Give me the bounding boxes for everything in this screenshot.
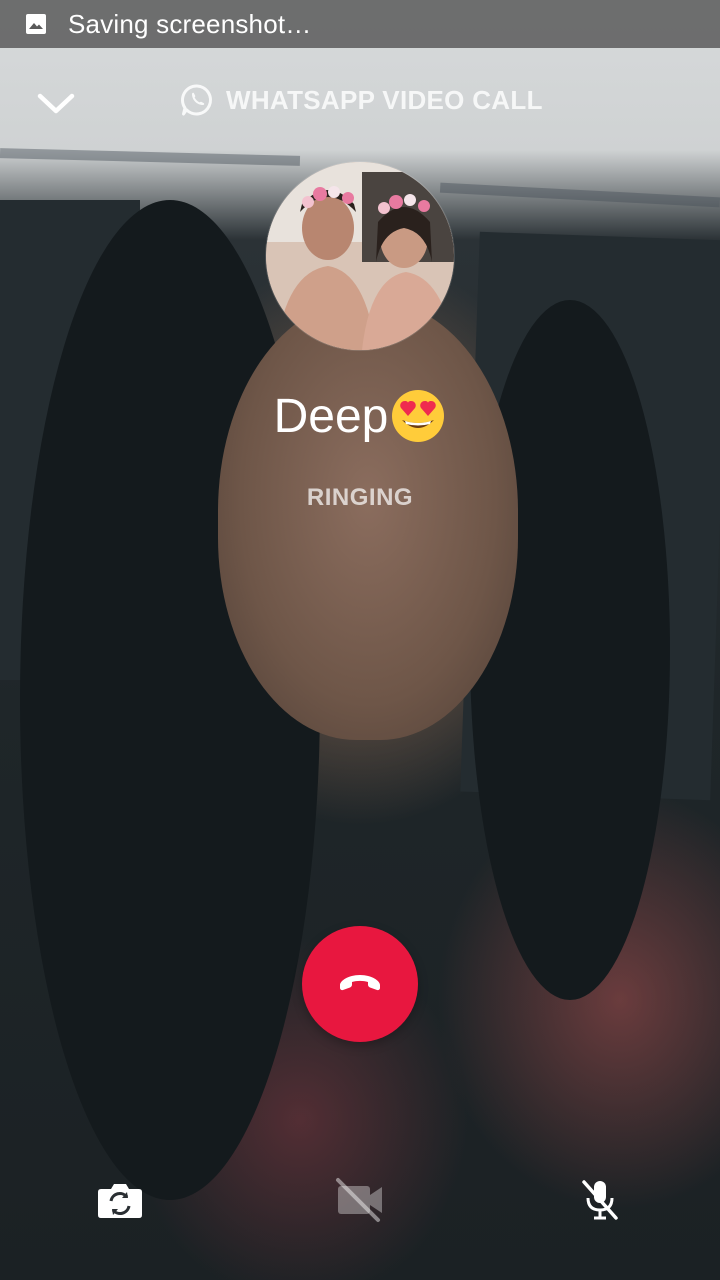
mic-off-icon xyxy=(580,1178,620,1227)
video-off-icon xyxy=(332,1177,388,1228)
wall-line xyxy=(439,182,720,208)
video-toggle-button[interactable] xyxy=(328,1170,392,1234)
call-status: RINGING xyxy=(306,484,414,511)
heart-eyes-emoji xyxy=(390,388,446,444)
avatar xyxy=(266,162,454,350)
status-notification-text: Saving screenshot… xyxy=(68,8,312,39)
call-type-header: WHATSAPP VIDEO CALL xyxy=(180,82,543,118)
status-bar: Saving screenshot… xyxy=(0,0,720,48)
contact-name: Deep xyxy=(0,388,720,444)
wall-line xyxy=(0,148,301,166)
collapse-button[interactable] xyxy=(32,82,80,130)
end-call-button[interactable] xyxy=(302,926,418,1042)
video-call-screen: Saving screenshot… WHATSAPP VIDEO CALL D… xyxy=(0,0,720,1280)
phone-hangup-icon xyxy=(338,972,382,997)
mute-button[interactable] xyxy=(568,1170,632,1234)
contact-name-text: Deep xyxy=(273,389,389,443)
face-shape xyxy=(218,300,518,740)
chevron-down-icon xyxy=(36,91,76,122)
switch-camera-button[interactable] xyxy=(88,1170,152,1234)
whatsapp-icon xyxy=(180,83,214,117)
call-type-label: WHATSAPP VIDEO CALL xyxy=(226,84,543,115)
image-icon xyxy=(26,14,46,34)
bottom-controls xyxy=(0,1170,720,1234)
camera-switch-icon xyxy=(97,1181,143,1224)
